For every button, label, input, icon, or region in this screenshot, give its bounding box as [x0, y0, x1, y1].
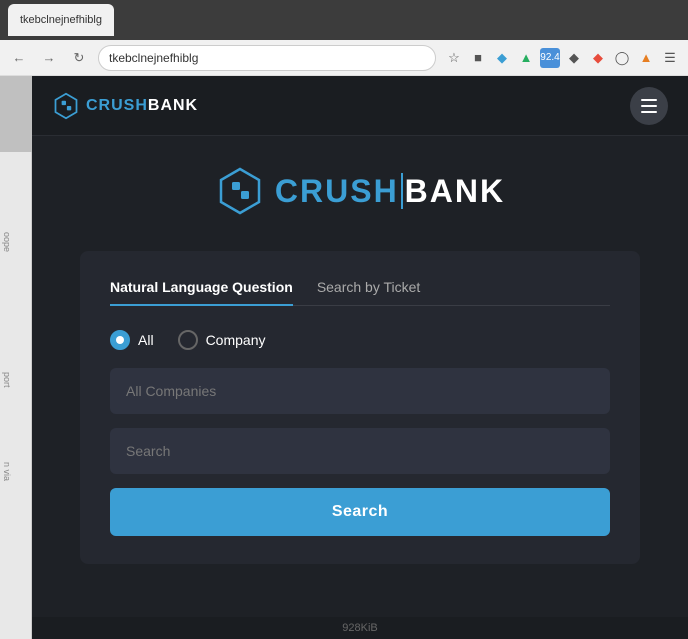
- browser-content: oope port n via CRUSHBANK: [0, 76, 688, 639]
- main-content: CRUSH BANK Natural Language Question Sea…: [32, 136, 688, 617]
- radio-all[interactable]: All: [110, 330, 154, 350]
- radio-all-label: All: [138, 332, 154, 348]
- radio-group: All Company: [110, 330, 610, 350]
- browser-chrome: tkebclnejnefhiblg: [0, 0, 688, 40]
- radio-all-circle: [110, 330, 130, 350]
- extension-icon-3[interactable]: ▲: [516, 48, 536, 68]
- footer-bar: 928KiB: [32, 617, 688, 639]
- url-bar[interactable]: tkebclnejnefhiblg: [98, 45, 436, 71]
- browser-tab[interactable]: tkebclnejnefhiblg: [8, 4, 114, 36]
- main-logo-text-wrap: CRUSH BANK: [275, 173, 505, 210]
- menu-button[interactable]: [630, 87, 668, 125]
- tab-natural-language[interactable]: Natural Language Question: [110, 279, 293, 305]
- radio-company[interactable]: Company: [178, 330, 266, 350]
- extension-icon-badge[interactable]: 92.4: [540, 48, 560, 68]
- browser-toolbar: ← → ↻ tkebclnejnefhiblg ☆ ■ ◆ ▲ 92.4 ◆ ◆…: [0, 40, 688, 76]
- side-panel-label-2: port: [2, 372, 12, 388]
- extension-icon-5[interactable]: ◆: [588, 48, 608, 68]
- tab-bar: Natural Language Question Search by Tick…: [110, 279, 610, 306]
- toolbar-icons: ☆ ■ ◆ ▲ 92.4 ◆ ◆ ◯ ▲ ☰: [444, 48, 680, 68]
- menu-line-1: [641, 99, 657, 101]
- extension-icon-1[interactable]: ■: [468, 48, 488, 68]
- header-logo-icon: [52, 92, 80, 120]
- extension-icon-6[interactable]: ◯: [612, 48, 632, 68]
- extension-icon-4[interactable]: ◆: [564, 48, 584, 68]
- search-input[interactable]: [110, 428, 610, 474]
- radio-company-circle: [178, 330, 198, 350]
- menu-line-3: [641, 111, 657, 113]
- side-panel-label-3: n via: [2, 462, 12, 481]
- logo-divider: [401, 173, 403, 209]
- tab-search-by-ticket[interactable]: Search by Ticket: [317, 279, 421, 305]
- side-panel-label-1: oope: [2, 232, 12, 252]
- refresh-button[interactable]: ↻: [68, 47, 90, 69]
- search-card: Natural Language Question Search by Tick…: [80, 251, 640, 564]
- back-button[interactable]: ←: [8, 47, 30, 69]
- companies-input[interactable]: [110, 368, 610, 414]
- tab-title: tkebclnejnefhiblg: [20, 14, 102, 26]
- forward-button[interactable]: →: [38, 47, 60, 69]
- main-logo-icon: [215, 166, 265, 216]
- footer-size: 928KiB: [342, 622, 377, 634]
- main-logo: CRUSH BANK: [215, 166, 505, 216]
- search-button[interactable]: Search: [110, 488, 610, 536]
- app-header: CRUSHBANK: [32, 76, 688, 136]
- bookmark-icon[interactable]: ☆: [444, 48, 464, 68]
- sidebar-toggle[interactable]: ☰: [660, 48, 680, 68]
- side-panel: oope port n via: [0, 152, 32, 639]
- menu-line-2: [641, 105, 657, 107]
- main-logo-crush: CRUSH: [275, 173, 399, 210]
- main-logo-bank: BANK: [405, 173, 505, 210]
- header-logo-text: CRUSHBANK: [86, 97, 198, 115]
- radio-company-label: Company: [206, 332, 266, 348]
- header-logo: CRUSHBANK: [52, 92, 198, 120]
- extension-icon-7[interactable]: ▲: [636, 48, 656, 68]
- app: CRUSHBANK CRUSH BANK: [32, 76, 688, 639]
- url-text: tkebclnejnefhiblg: [109, 51, 198, 65]
- extension-icon-2[interactable]: ◆: [492, 48, 512, 68]
